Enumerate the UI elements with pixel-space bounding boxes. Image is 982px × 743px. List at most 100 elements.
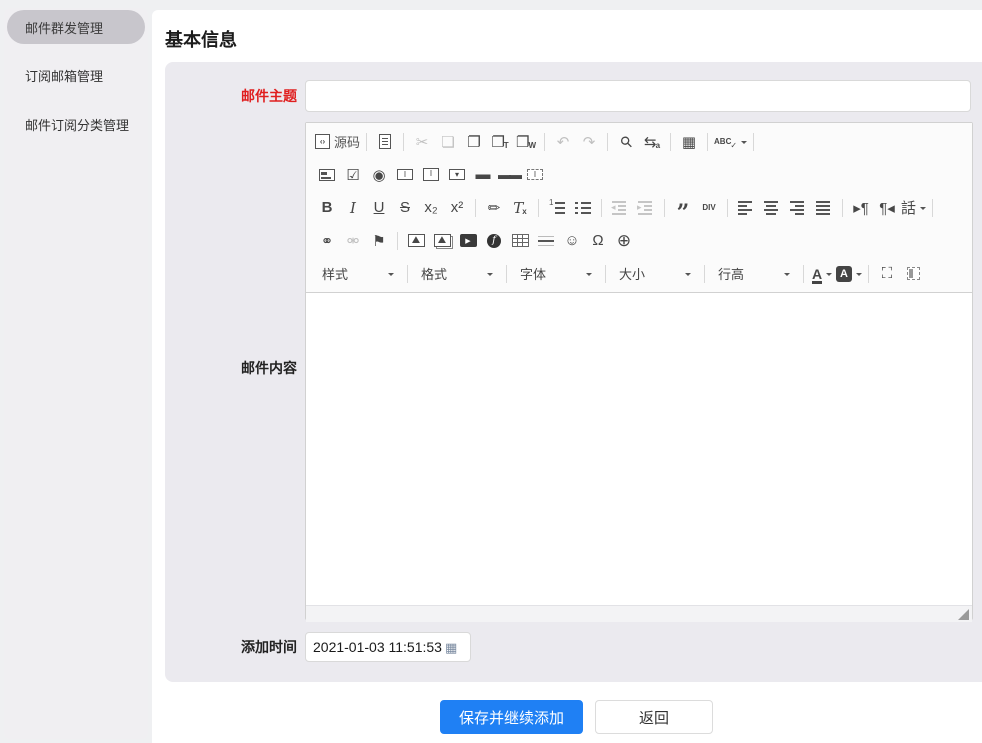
select-all-icon[interactable]: ▦ xyxy=(677,130,701,154)
bg-color-button[interactable]: A xyxy=(836,262,862,286)
toolbar-separator xyxy=(803,265,804,283)
align-center-icon[interactable] xyxy=(760,196,784,220)
sidebar-item-mail-broadcast[interactable]: 邮件群发管理 xyxy=(7,10,145,44)
calendar-icon[interactable]: ▦ xyxy=(445,641,457,654)
strike-icon[interactable]: S xyxy=(393,196,417,220)
language-icon[interactable]: 話 xyxy=(901,196,926,220)
content-label: 邮件内容 xyxy=(165,358,297,378)
editor-content-area[interactable] xyxy=(306,293,972,605)
anchor-icon[interactable]: ⚑ xyxy=(367,229,391,253)
outdent-icon xyxy=(608,196,632,220)
styles-select[interactable]: 样式 xyxy=(316,263,400,285)
image-set-icon[interactable]: ⛰ xyxy=(430,229,454,253)
select-field-icon[interactable]: ▾ xyxy=(445,163,469,187)
redo-icon: ↷ xyxy=(577,130,601,154)
bullet-list-icon[interactable] xyxy=(571,196,595,220)
horizontal-rule-icon[interactable] xyxy=(534,229,558,253)
save-continue-button[interactable]: 保存并继续添加 xyxy=(440,700,583,734)
toolbar-separator xyxy=(707,133,708,151)
text-field-icon[interactable]: I xyxy=(393,163,417,187)
flash-icon[interactable]: f xyxy=(482,229,506,253)
button-icon[interactable]: ▬ xyxy=(471,163,495,187)
format-select[interactable]: 格式 xyxy=(415,263,499,285)
toolbar-separator xyxy=(842,199,843,217)
copy-icon: ❏ xyxy=(436,130,460,154)
align-justify-icon[interactable] xyxy=(812,196,836,220)
toolbar-separator xyxy=(932,199,933,217)
link-icon[interactable]: ⚭ xyxy=(315,229,339,253)
numbered-list-icon[interactable] xyxy=(545,196,569,220)
blockquote-icon[interactable]: ” xyxy=(671,196,695,220)
unlink-icon: ⚮ xyxy=(341,229,365,253)
italic-icon[interactable]: I xyxy=(341,196,365,220)
editor-status-bar xyxy=(306,605,972,622)
find-icon[interactable]: ⚲ xyxy=(614,130,638,154)
special-char-icon[interactable]: Ω xyxy=(586,229,610,253)
source-button[interactable]: ‹›源码 xyxy=(315,130,360,154)
image-button-icon[interactable]: ▬▬ xyxy=(497,163,521,187)
radio-icon[interactable]: ◉ xyxy=(367,163,391,187)
align-left-icon[interactable] xyxy=(734,196,758,220)
underline-icon[interactable]: U xyxy=(367,196,391,220)
textarea-icon[interactable]: I xyxy=(419,163,443,187)
text-color-button[interactable]: A xyxy=(810,262,834,286)
show-blocks-icon[interactable] xyxy=(901,262,925,286)
table-icon[interactable] xyxy=(508,229,532,253)
bidi-ltr-icon[interactable]: ▸¶ xyxy=(849,196,873,220)
video-icon[interactable]: ▶ xyxy=(456,229,480,253)
superscript-icon[interactable]: x² xyxy=(445,196,469,220)
toolbar-separator xyxy=(670,133,671,151)
remove-format-icon[interactable]: Tx xyxy=(508,196,532,220)
paste-word-icon[interactable]: ❐W xyxy=(514,130,538,154)
toolbar-separator xyxy=(397,232,398,250)
bold-icon[interactable]: B xyxy=(315,196,339,220)
toolbar-separator xyxy=(868,265,869,283)
checkbox-icon[interactable]: ☑ xyxy=(341,163,365,187)
subject-input[interactable] xyxy=(305,80,971,112)
undo-icon: ↶ xyxy=(551,130,575,154)
align-right-icon[interactable] xyxy=(786,196,810,220)
toolbar-separator xyxy=(704,265,705,283)
sidebar-item-subscription-category[interactable]: 邮件订阅分类管理 xyxy=(4,115,148,134)
div-container-icon[interactable]: DIV xyxy=(697,196,721,220)
toolbar-separator xyxy=(407,265,408,283)
toolbar-separator xyxy=(607,133,608,151)
line-height-select[interactable]: 行高 xyxy=(712,263,796,285)
indent-icon xyxy=(634,196,658,220)
toolbar-separator xyxy=(753,133,754,151)
toolbar-separator xyxy=(366,133,367,151)
toolbar-separator xyxy=(605,265,606,283)
sidebar: 邮件群发管理 订阅邮箱管理 邮件订阅分类管理 xyxy=(4,8,148,739)
font-select[interactable]: 字体 xyxy=(514,263,598,285)
sidebar-item-subscriber-mailbox[interactable]: 订阅邮箱管理 xyxy=(4,66,148,85)
smiley-icon[interactable]: ☺ xyxy=(560,229,584,253)
sidebar-item-label: 邮件群发管理 xyxy=(25,18,103,37)
resize-handle-icon[interactable] xyxy=(958,609,969,620)
paste-text-icon[interactable]: ❐T xyxy=(488,130,512,154)
time-label: 添加时间 xyxy=(165,632,297,662)
bidi-rtl-icon[interactable]: ¶◂ xyxy=(875,196,899,220)
time-input[interactable]: 2021-01-03 11:51:53 ▦ xyxy=(305,632,471,662)
copy-format-icon[interactable]: ✏ xyxy=(482,196,506,220)
templates-icon[interactable] xyxy=(373,130,397,154)
subject-label: 邮件主题 xyxy=(165,80,297,112)
toolbar-separator xyxy=(403,133,404,151)
time-value: 2021-01-03 11:51:53 xyxy=(313,639,442,655)
toolbar-separator xyxy=(544,133,545,151)
form-icon[interactable] xyxy=(315,163,339,187)
iframe-icon[interactable]: ⊕ xyxy=(612,229,636,253)
toolbar-separator xyxy=(664,199,665,217)
hidden-field-icon[interactable]: I xyxy=(523,163,547,187)
back-button[interactable]: 返回 xyxy=(595,700,713,734)
maximize-icon[interactable]: ⛶ xyxy=(875,262,899,286)
image-icon[interactable]: ⛰ xyxy=(404,229,428,253)
size-select[interactable]: 大小 xyxy=(613,263,697,285)
subscript-icon[interactable]: x₂ xyxy=(419,196,443,220)
toolbar-separator xyxy=(506,265,507,283)
editor-toolbar: ‹›源码✂❏❐❐T❐W↶↷⚲⇆a▦ABC✓☑◉II▾▬▬▬IBIUSx₂x²✏T… xyxy=(306,123,972,293)
paste-icon[interactable]: ❐ xyxy=(462,130,486,154)
spellcheck-icon[interactable]: ABC✓ xyxy=(714,130,747,154)
rich-text-editor: ‹›源码✂❏❐❐T❐W↶↷⚲⇆a▦ABC✓☑◉II▾▬▬▬IBIUSx₂x²✏T… xyxy=(305,122,973,620)
replace-icon[interactable]: ⇆a xyxy=(640,130,664,154)
cut-icon: ✂ xyxy=(410,130,434,154)
